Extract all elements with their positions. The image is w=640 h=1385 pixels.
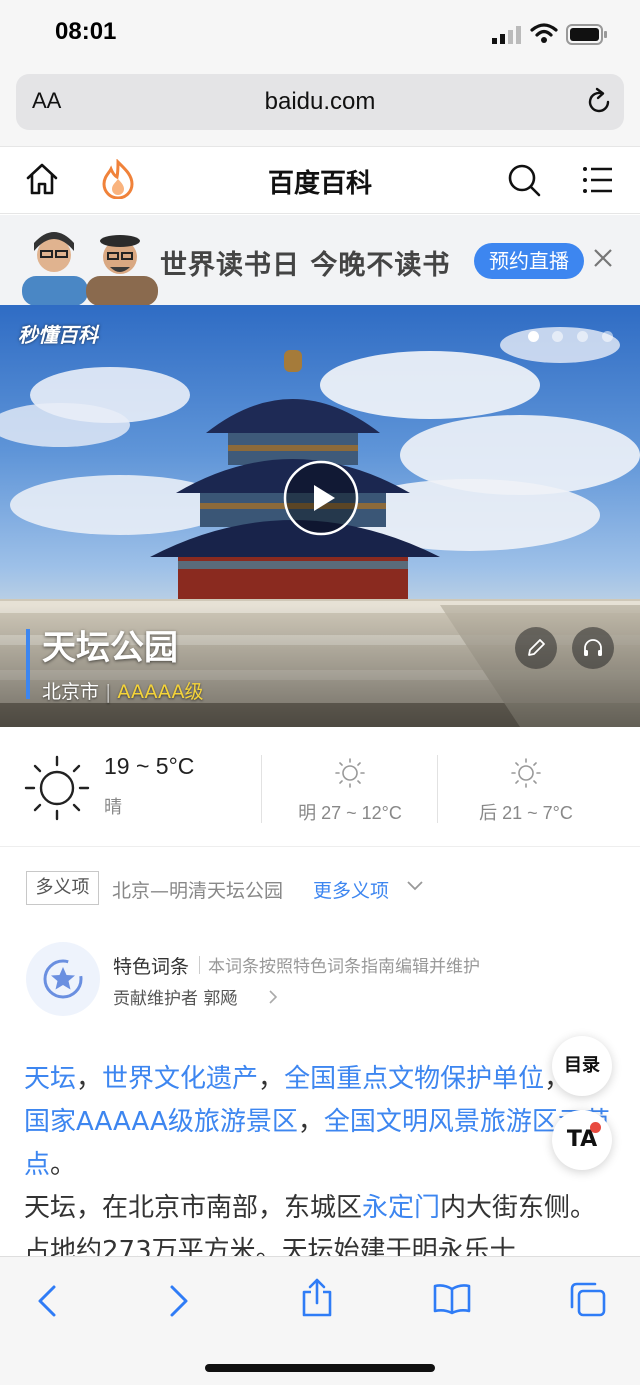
banner-text: 世界读书日 今晚不读书 bbox=[160, 250, 451, 281]
signal-icon bbox=[492, 26, 521, 44]
link-tiantan[interactable]: 天坛 bbox=[24, 1064, 76, 1094]
link-world-heritage[interactable]: 世界文化遗产 bbox=[102, 1064, 258, 1094]
status-time: 08:01 bbox=[55, 18, 117, 45]
wifi-icon bbox=[530, 23, 558, 43]
edit-button[interactable] bbox=[515, 627, 557, 669]
reload-icon[interactable] bbox=[584, 87, 614, 117]
link-protected-site[interactable]: 全国重点文物保护单位 bbox=[284, 1064, 544, 1094]
forward-icon[interactable] bbox=[166, 1283, 192, 1319]
article-summary: 天坛，世界文化遗产，全国重点文物保护单位， 国家AAAAA级旅游景区，全国文明风… bbox=[24, 1058, 616, 1273]
listen-button[interactable] bbox=[572, 627, 614, 669]
site-header: 百度百科 bbox=[0, 146, 640, 214]
carousel-dot[interactable] bbox=[577, 331, 588, 342]
ta-button[interactable]: TA bbox=[552, 1110, 612, 1170]
search-icon[interactable] bbox=[506, 162, 542, 198]
url-text[interactable]: baidu.com bbox=[16, 88, 624, 116]
headphones-icon bbox=[584, 639, 602, 656]
table-of-contents-button[interactable]: 目录 bbox=[552, 1036, 612, 1096]
carousel-dot[interactable] bbox=[602, 331, 613, 342]
star-badge-icon bbox=[43, 959, 83, 999]
status-bar: 08:01 bbox=[0, 0, 640, 70]
contributor-link[interactable]: 贡献维护者 郭飏 bbox=[113, 984, 237, 1009]
reserve-live-button[interactable]: 预约直播 bbox=[474, 243, 584, 279]
divider bbox=[437, 755, 438, 823]
address-bar-area: AA baidu.com bbox=[0, 70, 640, 146]
today-condition: 晴 bbox=[104, 797, 122, 818]
pencil-icon bbox=[528, 639, 545, 656]
featured-entry-badge bbox=[26, 942, 100, 1016]
page-title: 百度百科 bbox=[267, 169, 372, 199]
carousel-dot[interactable] bbox=[528, 331, 539, 342]
featured-entry-desc: 本词条按照特色词条指南编辑并维护 bbox=[208, 957, 480, 977]
title-accent-bar bbox=[26, 629, 30, 699]
punct: 。 bbox=[50, 1150, 77, 1180]
hero-video[interactable]: 秒懂百科 天坛公园 北京市 | AAAAA级 bbox=[0, 305, 640, 727]
punct: ， bbox=[297, 1107, 324, 1137]
entry-subtitle: 北京市 | AAAAA级 bbox=[42, 677, 204, 704]
tabs-icon[interactable] bbox=[568, 1281, 608, 1319]
featured-entry-title: 特色词条 bbox=[113, 956, 190, 978]
close-icon[interactable] bbox=[592, 247, 614, 269]
separator: | bbox=[105, 681, 112, 703]
scenic-level: AAAAA级 bbox=[117, 681, 204, 703]
battery-icon bbox=[566, 24, 607, 45]
divider bbox=[261, 755, 262, 823]
link-aaaaa-scenic[interactable]: 国家AAAAA级旅游景区 bbox=[24, 1107, 298, 1137]
summary-line: 天坛，世界文化遗产，全国重点文物保护单位， bbox=[24, 1058, 616, 1101]
paragraph-text: 天坛，在北京市南部，东城区 bbox=[24, 1193, 363, 1223]
summary-line: 国家AAAAA级旅游景区，全国文明风景旅游区示范点。 bbox=[24, 1101, 616, 1187]
more-meanings-link[interactable]: 更多义项 bbox=[313, 876, 389, 903]
brand-watermark: 秒懂百科 bbox=[18, 323, 98, 347]
hosts-avatar-image bbox=[22, 232, 158, 305]
city-label: 北京市 bbox=[42, 681, 100, 703]
chevron-right-icon[interactable] bbox=[268, 989, 278, 1005]
bookmarks-icon[interactable] bbox=[432, 1283, 472, 1315]
share-icon[interactable] bbox=[300, 1277, 334, 1319]
chevron-down-icon[interactable] bbox=[406, 880, 424, 892]
notification-dot bbox=[590, 1122, 601, 1133]
sun-small-icon bbox=[511, 758, 541, 788]
weather-panel[interactable]: 19 ~ 5°C 晴 明 27 ~ 12°C 后 21 ~ 7°C bbox=[0, 727, 640, 847]
home-indicator[interactable] bbox=[205, 1364, 435, 1372]
polysemy-tag: 多义项 bbox=[26, 871, 99, 905]
sun-icon bbox=[24, 755, 90, 821]
polysemy-current: 北京—明清天坛公园 bbox=[112, 880, 284, 902]
day-after-forecast: 后 21 ~ 7°C bbox=[479, 803, 573, 823]
today-temperature: 19 ~ 5°C bbox=[104, 753, 195, 779]
menu-icon[interactable] bbox=[582, 165, 614, 195]
divider bbox=[199, 956, 200, 974]
carousel-dot[interactable] bbox=[552, 331, 563, 342]
play-icon[interactable] bbox=[282, 459, 360, 537]
punct: ， bbox=[76, 1064, 103, 1094]
sun-small-icon bbox=[335, 758, 365, 788]
tomorrow-forecast: 明 27 ~ 12°C bbox=[298, 803, 402, 823]
link-yongdingmen[interactable]: 永定门 bbox=[362, 1193, 440, 1223]
entry-title: 天坛公园 bbox=[42, 628, 178, 668]
punct: ， bbox=[258, 1064, 285, 1094]
screen: 08:01 AA baidu.com 百度百科 世界读书日 今晚不读书 预约直播… bbox=[0, 0, 640, 1385]
promo-banner[interactable]: 世界读书日 今晚不读书 预约直播 bbox=[0, 215, 640, 305]
address-bar[interactable]: AA baidu.com bbox=[16, 74, 624, 130]
back-icon[interactable] bbox=[34, 1283, 60, 1319]
